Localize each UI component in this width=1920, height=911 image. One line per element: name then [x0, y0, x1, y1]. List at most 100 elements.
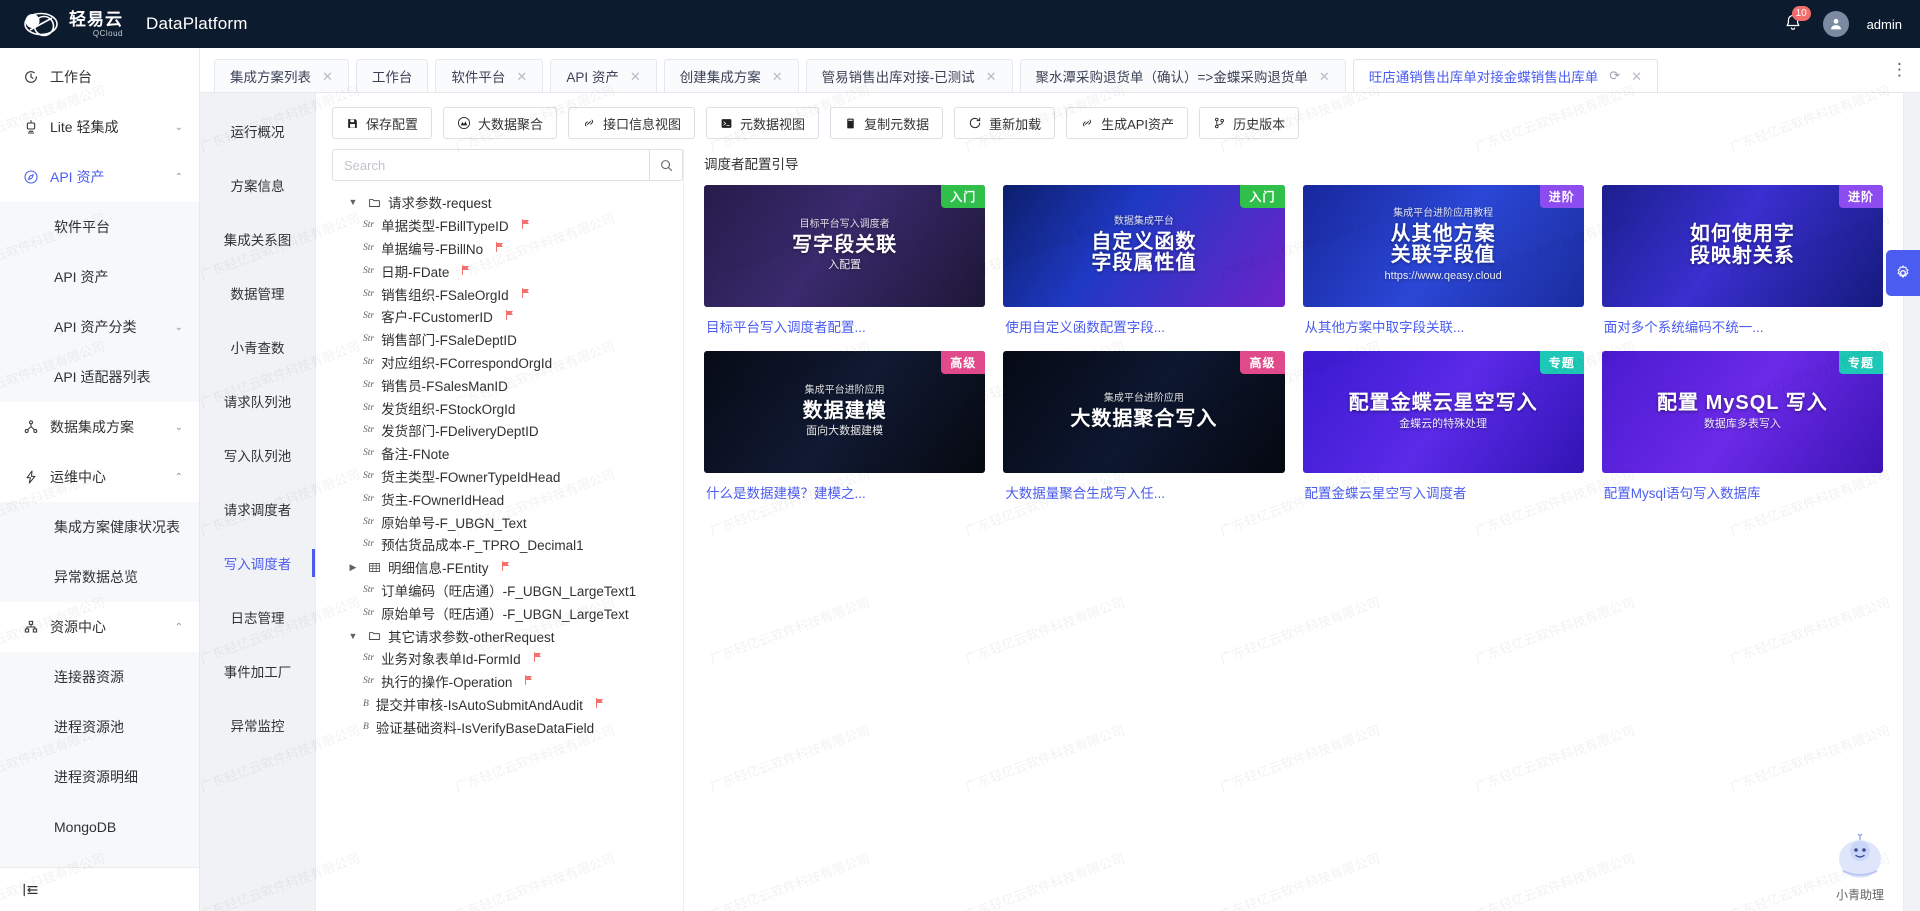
sidebar-item-api-asset[interactable]: API 资产 [0, 252, 199, 302]
sidebar-item-workbench[interactable]: 工作台 [0, 52, 199, 102]
guide-card[interactable]: 集成平台进阶应用数据建模面向大数据建模高级什么是数据建模？建模之... [704, 351, 985, 502]
close-icon[interactable]: ✕ [322, 70, 333, 83]
vmenu-item-write-scheduler[interactable]: 写入调度者 [200, 541, 315, 585]
sidebar-item-static-mapping[interactable]: 静态映射资源 [0, 852, 199, 867]
copy-metadata-button[interactable]: 复制元数据 [830, 107, 943, 139]
vmenu-item-log-management[interactable]: 日志管理 [200, 595, 315, 639]
avatar[interactable] [1823, 11, 1849, 37]
guide-card-label[interactable]: 从其他方案中取字段关联... [1303, 307, 1584, 336]
guide-card[interactable]: 数据集成平台自定义函数字段属性值入门使用自定义函数配置字段... [1003, 185, 1284, 336]
tab-wangdiantong-outbound[interactable]: 旺店通销售出库单对接金蝶销售出库单 ⟳ ✕ [1353, 59, 1658, 92]
guide-card[interactable]: 集成平台进阶应用教程从其他方案关联字段值https://www.qeasy.cl… [1303, 185, 1584, 336]
close-icon[interactable]: ✕ [516, 70, 527, 83]
search-button[interactable] [649, 149, 683, 181]
vmenu-item-request-scheduler[interactable]: 请求调度者 [200, 487, 315, 531]
vmenu-item-relation-graph[interactable]: 集成关系图 [200, 217, 315, 261]
search-input[interactable] [332, 149, 649, 181]
guide-card-label[interactable]: 配置金蝶云星空写入调度者 [1303, 473, 1584, 502]
guide-card-label[interactable]: 目标平台写入调度者配置... [704, 307, 985, 336]
chevron-right-icon[interactable]: ▶ [345, 562, 361, 573]
sidebar-item-process-detail[interactable]: 进程资源明细 [0, 752, 199, 802]
reload-button[interactable]: 重新加载 [954, 107, 1055, 139]
sidebar-item-resource-center[interactable]: 资源中心 ⌃ [0, 602, 199, 652]
big-data-aggregate-button[interactable]: 大数据聚合 [443, 107, 557, 139]
vmenu-item-request-queue-pool[interactable]: 请求队列池 [200, 379, 315, 423]
tree-node[interactable]: Str备注-FNote [332, 442, 683, 465]
guide-card-label[interactable]: 什么是数据建模？建模之... [704, 473, 985, 502]
tree-node[interactable]: Str订单编码（旺店通）-F_UBGN_LargeText1 [332, 579, 683, 602]
tree-node[interactable]: Str发货部门-FDeliveryDeptID [332, 419, 683, 442]
vmenu-item-exception-monitor[interactable]: 异常监控 [200, 703, 315, 747]
settings-fab-button[interactable] [1886, 250, 1920, 296]
brand-logo[interactable]: 轻易云 QCloud DataPlatform [22, 9, 248, 39]
sidebar-item-connector-resource[interactable]: 连接器资源 [0, 652, 199, 702]
tree-node[interactable]: Str单据类型-FBillTypeID [332, 214, 683, 237]
tree-node[interactable]: Str原始单号（旺店通）-F_UBGN_LargeText [332, 601, 683, 624]
close-icon[interactable]: ✕ [630, 70, 641, 83]
sidebar-item-software-platform[interactable]: 软件平台 [0, 202, 199, 252]
vmenu-item-event-factory[interactable]: 事件加工厂 [200, 649, 315, 693]
chevron-down-icon[interactable]: ▼ [345, 197, 361, 207]
save-config-button[interactable]: 保存配置 [332, 107, 432, 139]
tree-node[interactable]: Str销售员-FSalesManID [332, 373, 683, 396]
sidebar-item-process-pool[interactable]: 进程资源池 [0, 702, 199, 752]
vmenu-item-data-management[interactable]: 数据管理 [200, 271, 315, 315]
tree-node[interactable]: Str执行的操作-Operation [332, 670, 683, 693]
tree-node[interactable]: Str客户-FCustomerID [332, 305, 683, 328]
tab-software-platform[interactable]: 软件平台 ✕ [435, 59, 543, 92]
history-version-button[interactable]: 历史版本 [1199, 107, 1299, 139]
reload-icon[interactable]: ⟳ [1609, 68, 1620, 84]
chevron-down-icon[interactable]: ▼ [345, 631, 361, 641]
tab-jushuitan-return[interactable]: 聚水潭采购退货单（确认）=>金蝶采购退货单 ✕ [1020, 59, 1346, 92]
tree-node[interactable]: Str货主-FOwnerIdHead [332, 487, 683, 510]
vmenu-item-write-queue-pool[interactable]: 写入队列池 [200, 433, 315, 477]
tree-node[interactable]: ▶明细信息-FEntity [332, 556, 683, 579]
close-icon[interactable]: ✕ [1631, 70, 1642, 83]
tree-node[interactable]: Str发货组织-FStockOrgId [332, 396, 683, 419]
tab-create-integration[interactable]: 创建集成方案 ✕ [664, 59, 799, 92]
guide-card[interactable]: 配置 MySQL 写入数据库多表写入专题配置Mysql语句写入数据库 [1602, 351, 1883, 502]
close-icon[interactable]: ✕ [1319, 70, 1330, 83]
guide-card-label[interactable]: 大数据量聚合生成写入任... [1003, 473, 1284, 502]
tree-node[interactable]: Str货主类型-FOwnerTypeIdHead [332, 465, 683, 488]
tree-node[interactable]: B验证基础资料-IsVerifyBaseDataField [332, 715, 683, 738]
sidebar-item-ops-center[interactable]: 运维中心 ⌃ [0, 452, 199, 502]
guide-card[interactable]: 集成平台进阶应用大数据聚合写入高级大数据量聚合生成写入任... [1003, 351, 1284, 502]
tab-integration-list[interactable]: 集成方案列表 ✕ [214, 59, 349, 92]
vmenu-item-run-overview[interactable]: 运行概况 [200, 109, 315, 153]
notifications-button[interactable]: 10 [1783, 13, 1805, 35]
sidebar-item-api-adapter-list[interactable]: API 适配器列表 [0, 352, 199, 402]
guide-card[interactable]: 配置金蝶云星空写入金蝶云的特殊处理专题配置金蝶云星空写入调度者 [1303, 351, 1584, 502]
tree-node[interactable]: Str单据编号-FBillNo [332, 237, 683, 260]
tab-guanyi-sales[interactable]: 管易销售出库对接-已测试 ✕ [806, 59, 1013, 92]
tree-node[interactable]: Str日期-FDate [332, 259, 683, 282]
tree-node[interactable]: ▼请求参数-request [332, 191, 683, 214]
sidebar-collapse-button[interactable] [0, 867, 199, 911]
guide-card-label[interactable]: 配置Mysql语句写入数据库 [1602, 473, 1883, 502]
close-icon[interactable]: ✕ [986, 70, 997, 83]
tree-node[interactable]: Str业务对象表单Id-FormId [332, 647, 683, 670]
interface-info-view-button[interactable]: 接口信息视图 [568, 107, 695, 139]
guide-card-label[interactable]: 面对多个系统编码不统一... [1602, 307, 1883, 336]
tree-node[interactable]: Str预估货品成本-F_TPRO_Decimal1 [332, 533, 683, 556]
tree-node[interactable]: Str销售组织-FSaleOrgId [332, 282, 683, 305]
tab-api-asset[interactable]: API 资产 ✕ [550, 59, 656, 92]
close-icon[interactable]: ✕ [772, 70, 783, 83]
tree-node[interactable]: Str销售部门-FSaleDeptID [332, 328, 683, 351]
sidebar-item-mongodb[interactable]: MongoDB [0, 802, 199, 852]
vmenu-item-xiaoqing-query[interactable]: 小青查数 [200, 325, 315, 369]
sidebar-item-api-category[interactable]: API 资产分类 ⌄ [0, 302, 199, 352]
generate-api-asset-button[interactable]: 生成API资产 [1066, 107, 1188, 139]
guide-card[interactable]: 目标平台写入调度者写字段关联入配置入门目标平台写入调度者配置... [704, 185, 985, 336]
tree-node[interactable]: Str对应组织-FCorrespondOrgId [332, 351, 683, 374]
tree-node[interactable]: ▼其它请求参数-otherRequest [332, 624, 683, 647]
tree-node[interactable]: B提交并审核-IsAutoSubmitAndAudit [332, 693, 683, 716]
sidebar-item-data-integration[interactable]: 数据集成方案 ⌄ [0, 402, 199, 452]
metadata-view-button[interactable]: 元数据视图 [706, 107, 819, 139]
tab-workbench[interactable]: 工作台 [356, 59, 429, 92]
sidebar-item-lite[interactable]: Lite 轻集成 ⌄ [0, 102, 199, 152]
guide-card-label[interactable]: 使用自定义函数配置字段... [1003, 307, 1284, 336]
assistant-widget[interactable]: 小青助理 [1814, 829, 1906, 903]
sidebar-item-api-assets[interactable]: API 资产 ⌃ [0, 152, 199, 202]
vmenu-item-plan-info[interactable]: 方案信息 [200, 163, 315, 207]
